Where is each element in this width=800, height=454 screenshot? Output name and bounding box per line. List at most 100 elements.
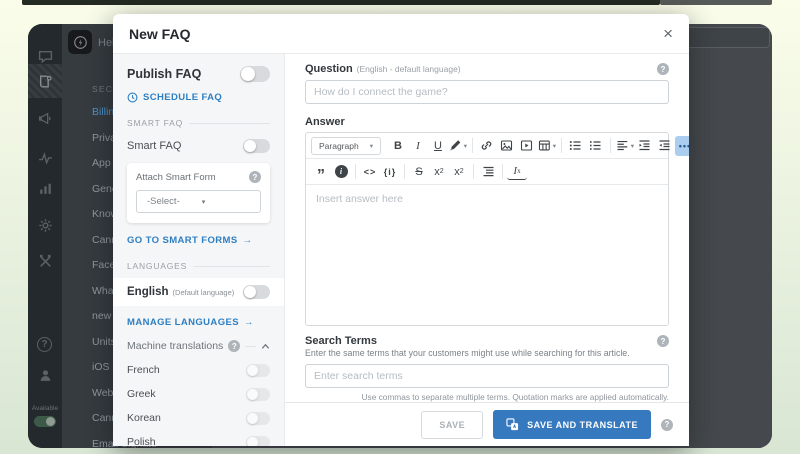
- language-row: French: [127, 358, 270, 382]
- indent-button[interactable]: [635, 136, 655, 156]
- chevron-down-icon: ▾: [631, 142, 634, 150]
- availability-label: Available: [28, 405, 62, 412]
- answer-label: Answer: [305, 116, 345, 128]
- polish-toggle[interactable]: [246, 436, 270, 447]
- clear-formatting-button[interactable]: Ix: [507, 164, 527, 180]
- faq-settings-panel: Publish FAQ SCHEDULE FAQ SMART FAQ Smart…: [113, 54, 285, 446]
- language-row: Greek: [127, 382, 270, 406]
- smart-faq-label: Smart FAQ: [127, 140, 181, 152]
- block-indent-icon: [482, 165, 495, 178]
- modal-header: New FAQ ×: [113, 14, 689, 54]
- insert-link-button[interactable]: [477, 136, 497, 156]
- align-left-icon: [616, 139, 629, 152]
- analytics-icon[interactable]: [37, 180, 53, 196]
- translate-icon: [506, 418, 519, 431]
- campaigns-icon[interactable]: [37, 110, 53, 126]
- insert-media-button[interactable]: [517, 136, 537, 156]
- align-button[interactable]: ▾: [615, 136, 635, 156]
- rich-text-editor: Paragraph ▾ B I U ▾: [305, 132, 669, 326]
- nav-rail: ? Available: [28, 24, 62, 448]
- bullet-list-button[interactable]: [566, 136, 586, 156]
- superscript-button[interactable]: x2: [429, 162, 449, 182]
- subscript-button[interactable]: x2: [449, 162, 469, 182]
- help-tooltip-icon[interactable]: ?: [249, 171, 261, 183]
- tools-icon[interactable]: [37, 253, 53, 269]
- chevron-down-icon: ▾: [464, 142, 467, 150]
- machine-translations-header: Machine translations ?: [127, 340, 270, 352]
- go-to-smart-forms-link[interactable]: GO TO SMART FORMS →: [127, 235, 270, 246]
- insert-table-button[interactable]: ▾: [537, 136, 557, 156]
- bold-button[interactable]: B: [388, 136, 408, 156]
- help-tooltip-icon[interactable]: ?: [657, 63, 669, 75]
- chevron-up-icon[interactable]: [261, 342, 270, 351]
- language-row: Polish: [127, 430, 270, 446]
- default-language-note: (Default language): [173, 288, 235, 297]
- chevron-down-icon: ▾: [553, 142, 556, 150]
- background-search-input[interactable]: [684, 27, 770, 48]
- publish-faq-label: Publish FAQ: [127, 67, 201, 81]
- search-terms-label: Search Terms: [305, 335, 377, 347]
- settings-gear-icon[interactable]: [37, 217, 53, 233]
- smart-faq-toggle[interactable]: [243, 139, 270, 153]
- modal-title: New FAQ: [129, 26, 190, 42]
- code-block-button[interactable]: {i}: [380, 162, 400, 182]
- language-row: Korean: [127, 406, 270, 430]
- languages-section-header: LANGUAGES: [127, 261, 270, 271]
- insert-image-button[interactable]: [497, 136, 517, 156]
- arrow-right-icon: →: [244, 317, 254, 328]
- attach-smart-form-label: Attach Smart Form: [136, 172, 216, 183]
- toolbar-row-1: Paragraph ▾ B I U ▾: [306, 133, 668, 159]
- chevron-down-icon: ▾: [202, 198, 206, 206]
- highlight-color-button[interactable]: ▾: [448, 136, 468, 156]
- publish-faq-toggle[interactable]: [240, 66, 270, 82]
- availability-toggle[interactable]: [34, 416, 56, 427]
- paragraph-style-select[interactable]: Paragraph ▾: [311, 137, 381, 155]
- chat-icon[interactable]: [37, 48, 53, 64]
- activity-icon[interactable]: [37, 150, 53, 166]
- french-toggle[interactable]: [246, 364, 270, 377]
- knowledge-base-icon[interactable]: [28, 64, 62, 98]
- korean-toggle[interactable]: [246, 412, 270, 425]
- numbered-list-button[interactable]: [586, 136, 606, 156]
- screen-top-edge: [22, 0, 660, 5]
- search-terms-note: Use commas to separate multiple terms. Q…: [305, 392, 669, 402]
- save-button[interactable]: SAVE: [421, 411, 483, 439]
- screen-top-edge-right: [660, 0, 772, 5]
- save-and-translate-button[interactable]: SAVE AND TRANSLATE: [493, 410, 651, 439]
- default-language-row: English (Default language): [113, 278, 284, 306]
- outdent-button[interactable]: [655, 136, 675, 156]
- table-icon: [538, 139, 551, 152]
- smart-form-select[interactable]: -Select- ▾: [136, 190, 261, 213]
- indent-icon: [638, 139, 651, 152]
- help-tooltip-icon[interactable]: ?: [228, 340, 240, 352]
- greek-toggle[interactable]: [246, 388, 270, 401]
- underline-button[interactable]: U: [428, 136, 448, 156]
- manage-languages-link[interactable]: MANAGE LANGUAGES →: [127, 317, 270, 328]
- video-icon: [520, 139, 533, 152]
- english-toggle[interactable]: [243, 285, 270, 299]
- link-icon: [480, 139, 493, 152]
- image-icon: [500, 139, 513, 152]
- answer-editor[interactable]: Insert answer here: [306, 185, 668, 325]
- blockquote-button[interactable]: ”: [311, 162, 331, 182]
- toolbar-row-2: ” i <> {i} S x2 x2 Ix: [306, 159, 668, 185]
- question-input[interactable]: [305, 80, 669, 104]
- search-terms-input[interactable]: [305, 364, 669, 388]
- italic-button[interactable]: I: [408, 136, 428, 156]
- block-indent-button[interactable]: [478, 162, 498, 182]
- strikethrough-button[interactable]: S: [409, 162, 429, 182]
- help-tooltip-icon[interactable]: ?: [661, 419, 673, 431]
- callout-button[interactable]: i: [331, 162, 351, 182]
- profile-icon[interactable]: [37, 367, 53, 383]
- inline-code-button[interactable]: <>: [360, 162, 380, 182]
- help-icon[interactable]: ?: [37, 337, 52, 352]
- help-tooltip-icon[interactable]: ?: [657, 335, 669, 347]
- schedule-faq-link[interactable]: SCHEDULE FAQ: [127, 92, 270, 103]
- close-icon[interactable]: ×: [663, 25, 673, 42]
- more-tools-button[interactable]: •••: [675, 136, 689, 156]
- question-language-hint: (English - default language): [357, 64, 461, 74]
- faq-form: Question (English - default language) ? …: [285, 54, 689, 446]
- numbered-list-icon: [589, 139, 602, 152]
- new-faq-modal: New FAQ × Publish FAQ SCHEDULE FAQ SMART…: [113, 14, 689, 446]
- clock-icon: [127, 92, 138, 103]
